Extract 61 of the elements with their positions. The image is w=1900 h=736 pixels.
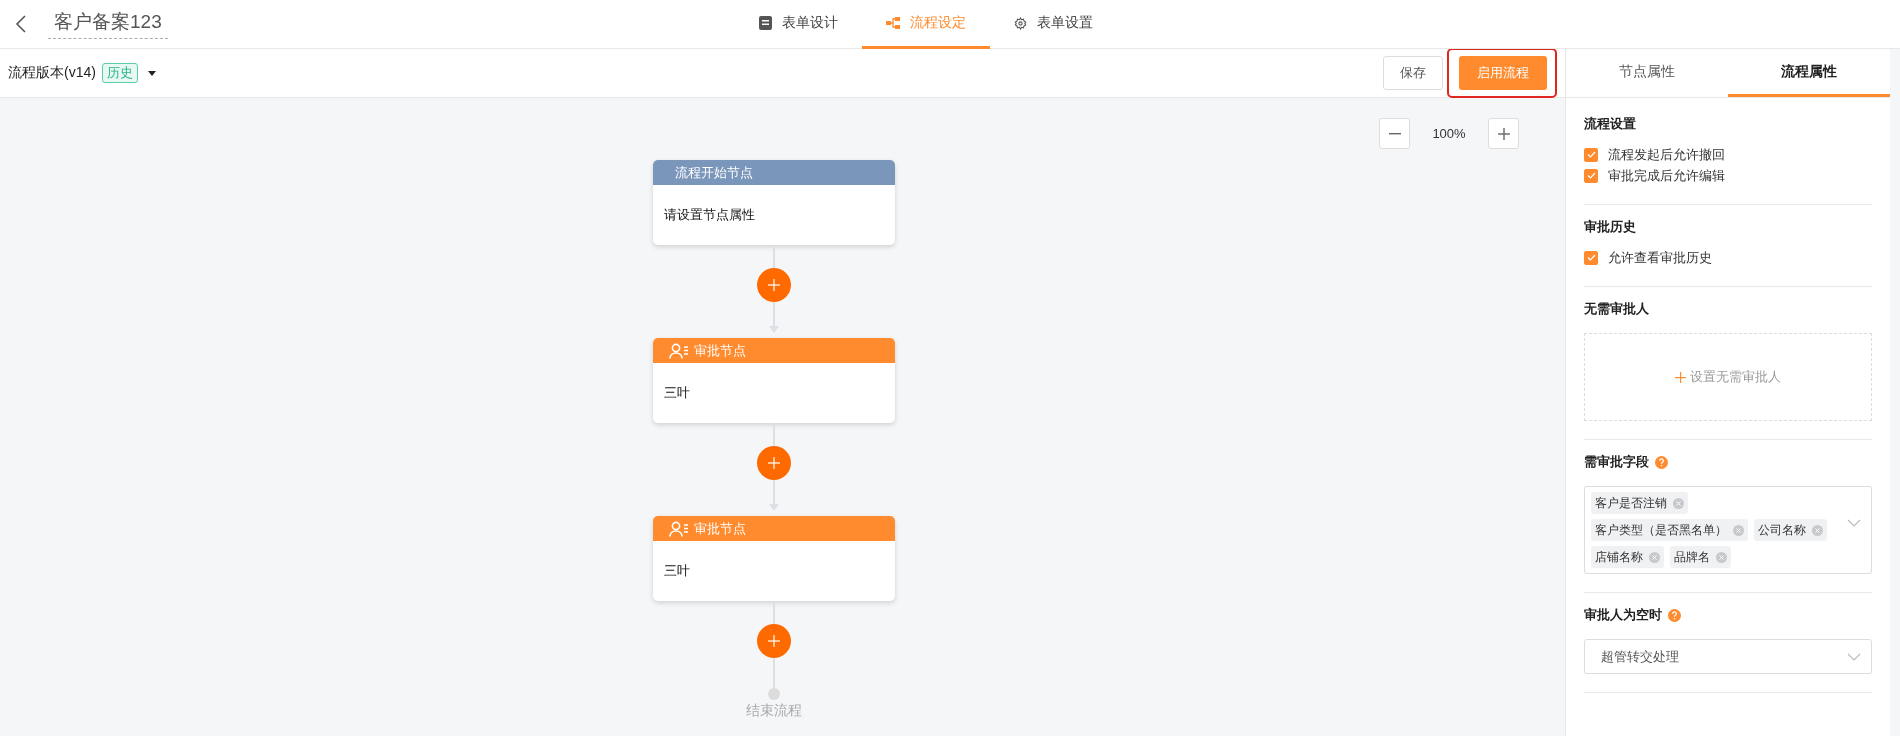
field-tag: 公司名称 — [1754, 519, 1827, 541]
flow-node[interactable]: 流程开始节点 请设置节点属性 — [653, 160, 895, 245]
field-tag: 客户类型（是否黑名单） — [1591, 519, 1748, 541]
checkbox[interactable] — [1584, 168, 1598, 183]
nav-tab[interactable]: 表单设计 — [735, 0, 862, 49]
select-field[interactable]: 超管转交处理 — [1584, 639, 1872, 674]
section-title: 无需审批人 — [1584, 300, 1649, 318]
scrollbar-track[interactable] — [1890, 49, 1900, 736]
tag-remove-icon[interactable] — [1673, 497, 1684, 509]
flow-node[interactable]: 审批节点 三叶 — [653, 516, 895, 601]
chevron-down-icon — [1847, 519, 1861, 527]
minus-icon — [1388, 132, 1401, 135]
tag-remove-icon[interactable] — [1649, 551, 1660, 563]
flow-node[interactable]: 审批节点 三叶 — [653, 338, 895, 423]
add-node-button[interactable] — [757, 446, 791, 480]
checkbox[interactable] — [1584, 147, 1598, 162]
form-icon — [759, 16, 772, 30]
checkbox-label: 流程发起后允许撤回 — [1608, 145, 1725, 164]
form-title[interactable]: 客户备案123 — [48, 9, 168, 39]
node-content: 三叶 — [664, 384, 690, 402]
version-label: 流程版本(v14) — [8, 64, 96, 82]
section-title: 需审批字段 — [1584, 453, 1649, 471]
zoom-out-button[interactable] — [1379, 118, 1410, 149]
field-tag: 店铺名称 — [1591, 546, 1664, 568]
node-title: 流程开始节点 — [675, 163, 753, 182]
plus-icon — [768, 457, 780, 469]
field-select[interactable]: 客户是否注销 客户类型（是否黑名单） 公司名称 店铺名称 品牌名 — [1584, 486, 1872, 574]
tag-remove-icon[interactable] — [1733, 524, 1744, 536]
node-title: 审批节点 — [694, 341, 746, 360]
gear-icon — [1014, 16, 1027, 30]
add-node-button[interactable] — [757, 268, 791, 302]
chevron-down-icon — [1847, 652, 1861, 661]
plus-icon — [768, 279, 780, 291]
checkbox-label: 审批完成后允许编辑 — [1608, 166, 1725, 185]
section-title: 审批历史 — [1584, 218, 1636, 236]
add-node-button[interactable] — [757, 624, 791, 658]
node-content: 三叶 — [664, 562, 690, 580]
approver-icon — [669, 520, 689, 537]
checkbox[interactable] — [1584, 250, 1598, 265]
checkbox-label: 允许查看审批历史 — [1608, 248, 1712, 267]
save-button[interactable]: 保存 — [1383, 56, 1443, 90]
plus-icon — [768, 635, 780, 647]
history-badge: 历史 — [101, 63, 138, 83]
end-label: 结束流程 — [746, 702, 802, 720]
section-title: 流程设置 — [1584, 115, 1636, 133]
nav-tab[interactable]: 表单设置 — [990, 0, 1117, 49]
zoom-in-button[interactable] — [1488, 118, 1519, 149]
panel-tab[interactable]: 节点属性 — [1566, 49, 1728, 97]
dropdown-caret-icon[interactable] — [147, 70, 156, 76]
section-title: 审批人为空时 — [1584, 606, 1662, 624]
field-tag: 品牌名 — [1670, 546, 1731, 568]
tag-remove-icon[interactable] — [1812, 524, 1823, 536]
zoom-level: 100% — [1431, 126, 1467, 141]
node-content: 请设置节点属性 — [664, 206, 755, 224]
plus-icon — [1675, 371, 1686, 383]
approver-icon — [669, 342, 689, 359]
plus-icon — [1497, 127, 1510, 140]
field-tag: 客户是否注销 — [1591, 492, 1688, 514]
flow-icon — [886, 17, 900, 29]
node-title: 审批节点 — [694, 519, 746, 538]
tag-remove-icon[interactable] — [1716, 551, 1727, 563]
